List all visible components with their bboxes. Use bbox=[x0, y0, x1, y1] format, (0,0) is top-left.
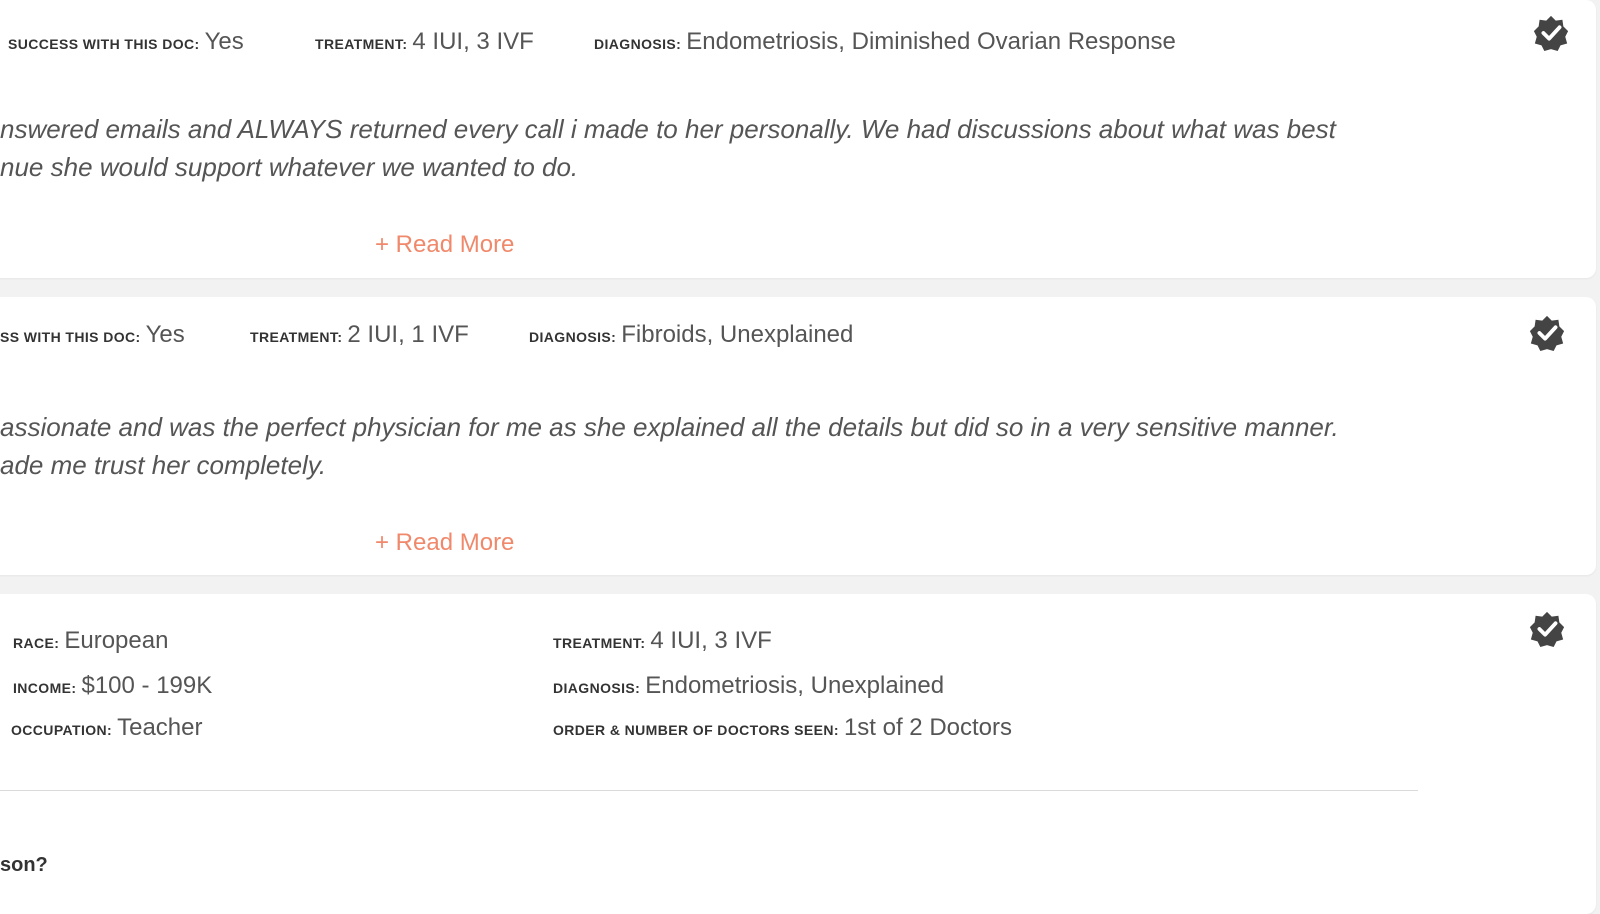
review-card: SUCCESS WITH THIS DOC: Yes TREATMENT: 4 IU… bbox=[0, 0, 1596, 278]
treatment-field: TREATMENT: 4 IUI, 3 IVF bbox=[553, 627, 772, 655]
treatment-value: 2 IUI, 1 IVF bbox=[347, 321, 469, 348]
diagnosis-label: DIAGNOSIS: bbox=[529, 329, 617, 345]
success-field: SS WITH THIS DOC: Yes bbox=[0, 321, 185, 349]
success-label: SS WITH THIS DOC: bbox=[0, 329, 141, 345]
success-label: SUCCESS WITH THIS DOC: bbox=[8, 36, 200, 52]
race-label: RACE: bbox=[13, 635, 60, 651]
doctor-order-value: 1st of 2 Doctors bbox=[843, 714, 1013, 741]
diagnosis-value: Endometriosis, Diminished Ovarian Respon… bbox=[686, 28, 1176, 55]
treatment-field: TREATMENT: 2 IUI, 1 IVF bbox=[250, 321, 469, 349]
review-text-line: nue she would support whatever we wanted… bbox=[0, 152, 579, 182]
race-value: European bbox=[64, 627, 169, 654]
review-text-line: assionate and was the perfect physician … bbox=[0, 412, 1339, 442]
diagnosis-value: Fibroids, Unexplained bbox=[621, 321, 854, 348]
review-card: SS WITH THIS DOC: Yes TREATMENT: 2 IUI, 1 … bbox=[0, 297, 1596, 575]
diagnosis-field: DIAGNOSIS: Endometriosis, Unexplained bbox=[553, 672, 944, 700]
diagnosis-label: DIAGNOSIS: bbox=[553, 680, 641, 696]
review-text: nswered emails and ALWAYS returned every… bbox=[0, 110, 1336, 186]
occupation-value: Teacher bbox=[117, 714, 203, 741]
diagnosis-label: DIAGNOSIS: bbox=[594, 36, 682, 52]
treatment-value: 4 IUI, 3 IVF bbox=[412, 28, 534, 55]
diagnosis-field: DIAGNOSIS: Fibroids, Unexplained bbox=[529, 321, 853, 349]
occupation-field: OCCUPATION: Teacher bbox=[11, 714, 203, 742]
review-text-line: nswered emails and ALWAYS returned every… bbox=[0, 114, 1336, 144]
review-text: assionate and was the perfect physician … bbox=[0, 408, 1339, 484]
treatment-label: TREATMENT: bbox=[553, 635, 646, 651]
success-field: SUCCESS WITH THIS DOC: Yes bbox=[8, 28, 244, 56]
diagnosis-field: DIAGNOSIS: Endometriosis, Diminished Ovar… bbox=[594, 28, 1176, 56]
divider bbox=[0, 790, 1418, 791]
verified-badge-icon bbox=[1533, 15, 1569, 52]
treatment-field: TREATMENT: 4 IUI, 3 IVF bbox=[315, 28, 534, 56]
income-value: $100 - 199K bbox=[81, 672, 213, 699]
diagnosis-value: Endometriosis, Unexplained bbox=[645, 672, 945, 699]
race-field: RACE: European bbox=[13, 627, 168, 655]
success-value: Yes bbox=[204, 28, 244, 55]
read-more-link[interactable]: + Read More bbox=[375, 231, 514, 259]
treatment-value: 4 IUI, 3 IVF bbox=[650, 627, 772, 654]
income-field: INCOME: $100 - 199K bbox=[13, 672, 212, 700]
review-text-line: ade me trust her completely. bbox=[0, 450, 327, 480]
success-value: Yes bbox=[145, 321, 185, 348]
verified-badge-icon bbox=[1529, 315, 1565, 352]
doctor-order-label: ORDER & NUMBER OF DOCTORS SEEN: bbox=[553, 722, 839, 738]
doctor-order-field: ORDER & NUMBER OF DOCTORS SEEN: 1st of 2 … bbox=[553, 714, 1012, 742]
verified-badge-icon bbox=[1529, 611, 1565, 648]
question-fragment: son? bbox=[0, 854, 48, 876]
reviewer-profile-card: RACE: European INCOME: $100 - 199K OCCUPAT… bbox=[0, 594, 1596, 914]
read-more-link[interactable]: + Read More bbox=[375, 529, 514, 557]
income-label: INCOME: bbox=[13, 680, 77, 696]
occupation-label: OCCUPATION: bbox=[11, 722, 113, 738]
treatment-label: TREATMENT: bbox=[315, 36, 408, 52]
treatment-label: TREATMENT: bbox=[250, 329, 343, 345]
